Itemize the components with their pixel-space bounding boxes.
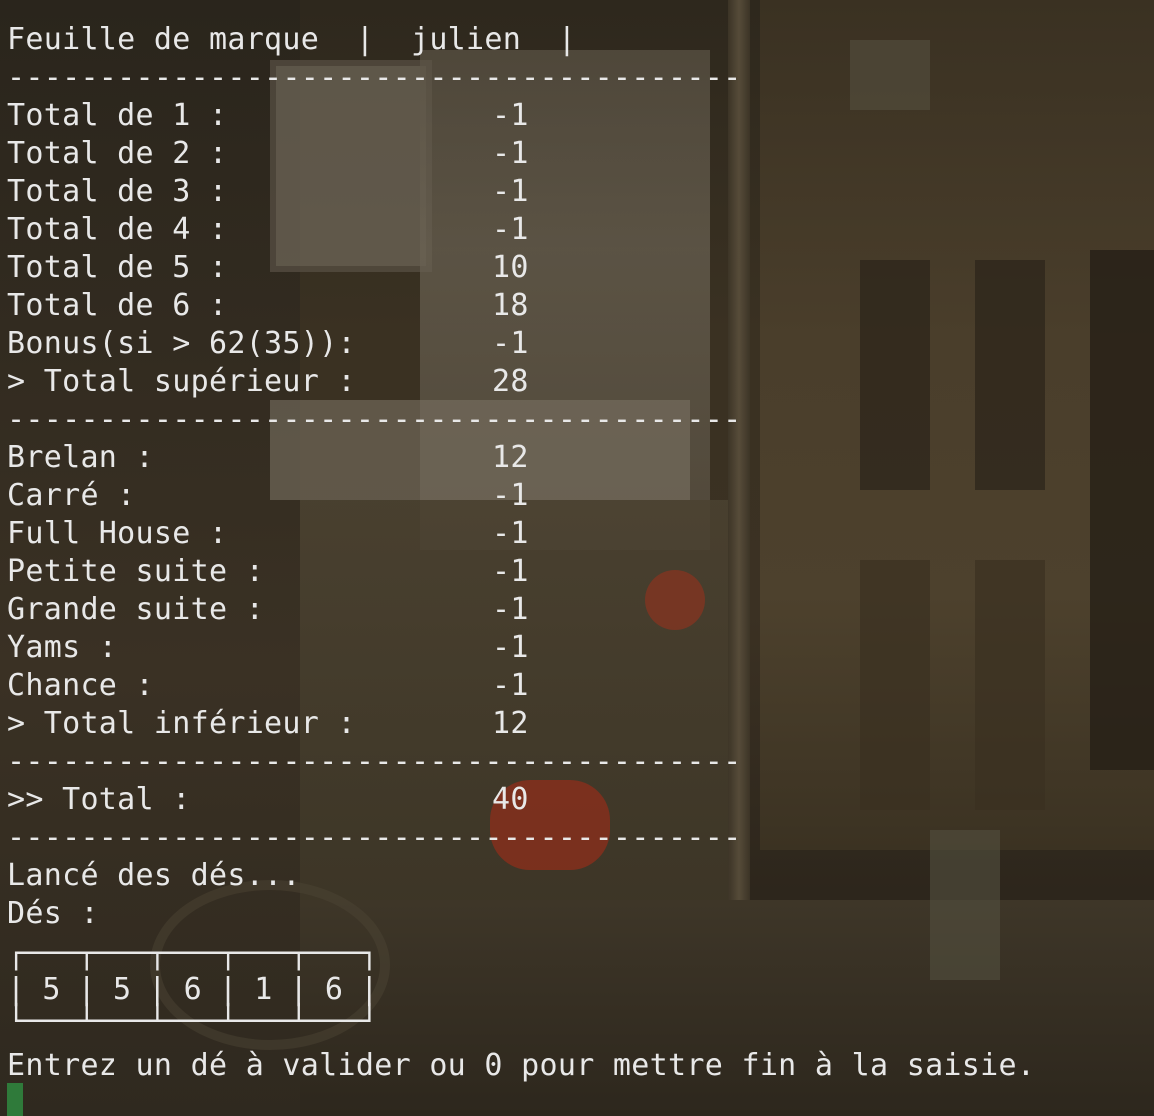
text-cursor[interactable] (7, 1083, 23, 1116)
score-value: 12 (492, 440, 529, 475)
score-row-grande-suite: Grande suite : -1 (7, 591, 529, 629)
score-label: Total de 2 : (7, 136, 228, 171)
score-label: Brelan : (7, 440, 154, 475)
score-row-brelan: Brelan : 12 (7, 439, 529, 477)
score-value: -1 (492, 554, 529, 589)
separator-line: ---------------------------------------- (7, 744, 742, 779)
score-row-total-3: Total de 3 : -1 (7, 173, 529, 211)
score-value: 12 (492, 706, 529, 741)
separator-line: ---------------------------------------- (7, 402, 742, 437)
score-value: 18 (492, 288, 529, 323)
score-row-yams: Yams : -1 (7, 629, 529, 667)
score-row-lower-total: > Total inférieur : 12 (7, 705, 529, 743)
score-label: Full House : (7, 516, 228, 551)
score-value: -1 (492, 136, 529, 171)
score-label: Total de 5 : (7, 250, 228, 285)
score-row-total-2: Total de 2 : -1 (7, 135, 529, 173)
score-label: Total de 6 : (7, 288, 228, 323)
score-value: -1 (492, 516, 529, 551)
score-label: Carré : (7, 478, 136, 513)
score-row-grand-total: >> Total : 40 (7, 781, 529, 819)
score-value: -1 (492, 592, 529, 627)
score-value: 28 (492, 364, 529, 399)
score-row-petite-suite: Petite suite : -1 (7, 553, 529, 591)
dice-box-top: ┌───┬───┬───┬───┬───┐ (7, 936, 378, 971)
score-row-total-4: Total de 4 : -1 (7, 211, 529, 249)
score-value: -1 (492, 174, 529, 209)
dice-box-bottom: └───┴───┴───┴───┴───┘ (7, 1004, 378, 1039)
score-row-total-5: Total de 5 : 10 (7, 249, 529, 287)
score-row-upper-total: > Total supérieur : 28 (7, 363, 529, 401)
score-label: Total de 4 : (7, 212, 228, 247)
score-label: Grande suite : (7, 592, 265, 627)
dice-label: Dés : (7, 896, 99, 931)
score-label: Petite suite : (7, 554, 265, 589)
score-label: Chance : (7, 668, 154, 703)
score-label: Bonus(si > 62(35)): (7, 326, 356, 361)
score-value: 10 (492, 250, 529, 285)
score-row-full-house: Full House : -1 (7, 515, 529, 553)
score-row-total-6: Total de 6 : 18 (7, 287, 529, 325)
score-value: -1 (492, 668, 529, 703)
rolling-message: Lancé des dés... (7, 858, 301, 893)
score-row-carre: Carré : -1 (7, 477, 529, 515)
scoresheet-header: Feuille de marque | julien | (7, 22, 577, 57)
score-row-chance: Chance : -1 (7, 667, 529, 705)
separator-line: ---------------------------------------- (7, 820, 742, 855)
score-row-total-1: Total de 1 : -1 (7, 97, 529, 135)
separator-line: ---------------------------------------- (7, 60, 742, 95)
input-prompt: Entrez un dé à valider ou 0 pour mettre … (7, 1048, 1036, 1083)
score-value: -1 (492, 478, 529, 513)
score-value: -1 (492, 630, 529, 665)
score-row-bonus: Bonus(si > 62(35)): -1 (7, 325, 529, 363)
score-value: -1 (492, 212, 529, 247)
score-label: Yams : (7, 630, 118, 665)
score-value: -1 (492, 326, 529, 361)
score-value: 40 (492, 782, 529, 817)
terminal-output[interactable]: ----------------------------------------… (0, 0, 1154, 1116)
score-label: > Total inférieur : (7, 706, 356, 741)
score-value: -1 (492, 98, 529, 133)
score-label: Total de 1 : (7, 98, 228, 133)
score-label: > Total supérieur : (7, 364, 356, 399)
score-label: Total de 3 : (7, 174, 228, 209)
separator-line: ---------------------------------------- (7, 0, 741, 16)
score-label: >> Total : (7, 782, 191, 817)
